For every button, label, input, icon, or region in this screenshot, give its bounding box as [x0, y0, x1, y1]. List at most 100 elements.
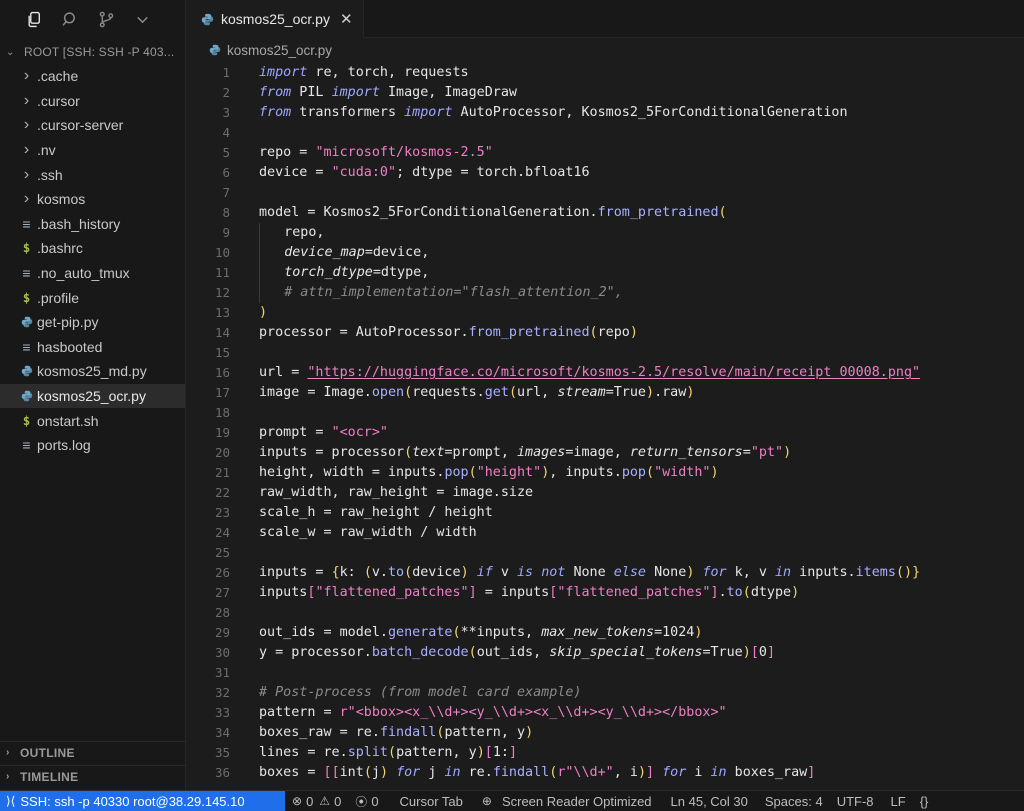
code-line[interactable]: 31: [187, 663, 1024, 683]
line-number: 13: [214, 305, 230, 320]
remote-indicator[interactable]: ⟩⟨ SSH: ssh -p 40330 root@38.29.145.10: [0, 790, 285, 811]
code-line[interactable]: 29 out_ids = model.generate(**inputs, max…: [187, 623, 1024, 643]
code-line[interactable]: 4: [187, 123, 1024, 143]
code-text: raw_width, raw_height = image.size: [259, 485, 534, 500]
code-line[interactable]: 20 inputs = processor(text=prompt, images…: [187, 443, 1024, 463]
language-status[interactable]: {}: [913, 794, 936, 809]
eol-label: LF: [890, 793, 906, 809]
source-control-icon[interactable]: [98, 6, 134, 32]
cursor-position[interactable]: Ln 45, Col 30: [659, 794, 755, 809]
file-item[interactable]: $ .bashrc: [0, 236, 185, 261]
code-line[interactable]: 10 device_map=device,: [187, 243, 1024, 263]
tree-item-label: get-pip.py: [37, 314, 99, 331]
code-line[interactable]: 13): [187, 303, 1024, 323]
file-item[interactable]: kosmos25_ocr.py: [0, 383, 185, 409]
tree-item-label: .no_auto_tmux: [37, 265, 130, 282]
code-line[interactable]: 23 scale_h = raw_height / height: [187, 503, 1024, 523]
code-line[interactable]: 19 prompt = "<ocr>": [187, 423, 1024, 443]
code-line[interactable]: 32 # Post-process (from model card exampl…: [187, 683, 1024, 703]
code-line[interactable]: 18: [187, 403, 1024, 423]
cursor-tab-status[interactable]: Cursor Tab: [386, 794, 470, 809]
code-line[interactable]: 2 from PIL import Image, ImageDraw: [187, 83, 1024, 103]
code-line[interactable]: 36 boxes = [[int(j) for j in re.findall(r…: [187, 763, 1024, 783]
code-area[interactable]: 1 import re, torch, requests 2 from PIL imp…: [187, 63, 1024, 783]
chevron-down-icon[interactable]: [134, 6, 170, 32]
breadcrumb[interactable]: kosmos25_ocr.py: [187, 38, 1024, 62]
code-line[interactable]: 34 boxes_raw = re.findall(pattern, y): [187, 723, 1024, 743]
file-item[interactable]: $ onstart.sh: [0, 408, 185, 433]
text-file-icon: ≡: [22, 265, 31, 282]
chevron-right-icon: ›: [23, 91, 30, 109]
code-line[interactable]: 26 inputs = {k: (v.to(device) if v is not…: [187, 563, 1024, 583]
tree-item-label: .nv: [37, 142, 56, 159]
code-line[interactable]: 27 inputs["flattened_patches"] = inputs["…: [187, 583, 1024, 603]
folder-item[interactable]: › .cache: [0, 64, 185, 89]
code-line[interactable]: 25: [187, 543, 1024, 563]
folder-item[interactable]: › kosmos: [0, 187, 185, 212]
code-text: inputs = processor(text=prompt, images=i…: [259, 445, 792, 460]
code-line[interactable]: 28: [187, 603, 1024, 623]
explorer-icon[interactable]: [26, 6, 62, 32]
code-line[interactable]: 8 model = Kosmos2_5ForConditionalGenerati…: [187, 203, 1024, 223]
file-item[interactable]: get-pip.py: [0, 310, 185, 335]
problems-indicator[interactable]: ⊗ 0 ⚠ 0: [285, 794, 348, 809]
line-number: 27: [214, 585, 230, 600]
code-line[interactable]: 1 import re, torch, requests: [187, 63, 1024, 83]
code-line[interactable]: 35 lines = re.split(pattern, y)[1:]: [187, 743, 1024, 763]
explorer-root[interactable]: ⌄ ROOT [SSH: SSH -P 403...: [0, 42, 185, 62]
code-line[interactable]: 15: [187, 343, 1024, 363]
code-line[interactable]: 22 raw_width, raw_height = image.size: [187, 483, 1024, 503]
folder-item[interactable]: › .cursor-server: [0, 113, 185, 138]
code-line[interactable]: 30 y = processor.batch_decode(out_ids, sk…: [187, 643, 1024, 663]
code-line[interactable]: 6 device = "cuda:0"; dtype = torch.bfloat…: [187, 163, 1024, 183]
outline-section[interactable]: › OUTLINE: [0, 741, 185, 763]
file-item[interactable]: ≡ hasbooted: [0, 335, 185, 360]
eol-status[interactable]: LF: [881, 794, 913, 809]
tab-bar: kosmos25_ocr.py ✕: [187, 0, 1024, 38]
folder-item[interactable]: › .nv: [0, 138, 185, 163]
line-number: 24: [214, 525, 230, 540]
timeline-section[interactable]: › TIMELINE: [0, 765, 185, 787]
file-item[interactable]: kosmos25_md.py: [0, 359, 185, 384]
folder-item[interactable]: › .ssh: [0, 162, 185, 187]
folder-item[interactable]: › .cursor: [0, 89, 185, 114]
code-line[interactable]: 5 repo = "microsoft/kosmos-2.5": [187, 143, 1024, 163]
line-number: 31: [214, 665, 230, 680]
code-line[interactable]: 17 image = Image.open(requests.get(url, s…: [187, 383, 1024, 403]
tree-item-label: kosmos25_md.py: [37, 363, 147, 380]
indentation-label: Spaces: 4: [764, 793, 823, 809]
code-line[interactable]: 3 from transformers import AutoProcessor,…: [187, 103, 1024, 123]
search-icon[interactable]: [62, 6, 98, 32]
code-text: repo,: [230, 223, 325, 243]
close-icon[interactable]: ✕: [340, 10, 353, 28]
chevron-right-icon: ›: [23, 190, 30, 208]
file-item[interactable]: ≡ .no_auto_tmux: [0, 261, 185, 286]
line-number: 4: [222, 125, 230, 140]
screen-reader-status[interactable]: ⊕ Screen Reader Optimized: [470, 794, 659, 809]
python-file-icon: [201, 13, 221, 26]
file-item[interactable]: ≡ .bash_history: [0, 212, 185, 237]
tree-item-label: ports.log: [37, 437, 91, 454]
code-line[interactable]: 16 url = "https://huggingface.co/microsof…: [187, 363, 1024, 383]
code-line[interactable]: 24 scale_w = raw_width / width: [187, 523, 1024, 543]
tab-kosmos25-ocr[interactable]: kosmos25_ocr.py ✕: [187, 0, 364, 38]
code-line[interactable]: 21 height, width = inputs.pop("height"), …: [187, 463, 1024, 483]
remote-label: SSH: ssh -p 40330 root@38.29.145.10: [20, 793, 245, 809]
code-line[interactable]: 14 processor = AutoProcessor.from_pretrai…: [187, 323, 1024, 343]
code-line[interactable]: 7: [187, 183, 1024, 203]
code-line[interactable]: 33 pattern = r"<bbox><x_\\d+><y_\\d+><x_\…: [187, 703, 1024, 723]
broadcast-icon: ⦿: [355, 794, 368, 809]
line-number: 25: [214, 545, 230, 560]
code-line[interactable]: 11 torch_dtype=dtype,: [187, 263, 1024, 283]
indentation-status[interactable]: Spaces: 4: [755, 794, 830, 809]
explorer-root-label: ROOT [SSH: SSH -P 403...: [24, 45, 175, 59]
code-line[interactable]: 12 # attn_implementation="flash_attentio…: [187, 283, 1024, 303]
file-item[interactable]: ≡ ports.log: [0, 433, 185, 458]
code-line[interactable]: 9 repo,: [187, 223, 1024, 243]
ports-indicator[interactable]: ⦿ 0: [348, 793, 385, 810]
status-bar: ⟩⟨ SSH: ssh -p 40330 root@38.29.145.10 ⊗…: [0, 790, 1024, 811]
file-item[interactable]: $ .profile: [0, 285, 185, 310]
encoding-status[interactable]: UTF-8: [830, 794, 881, 809]
